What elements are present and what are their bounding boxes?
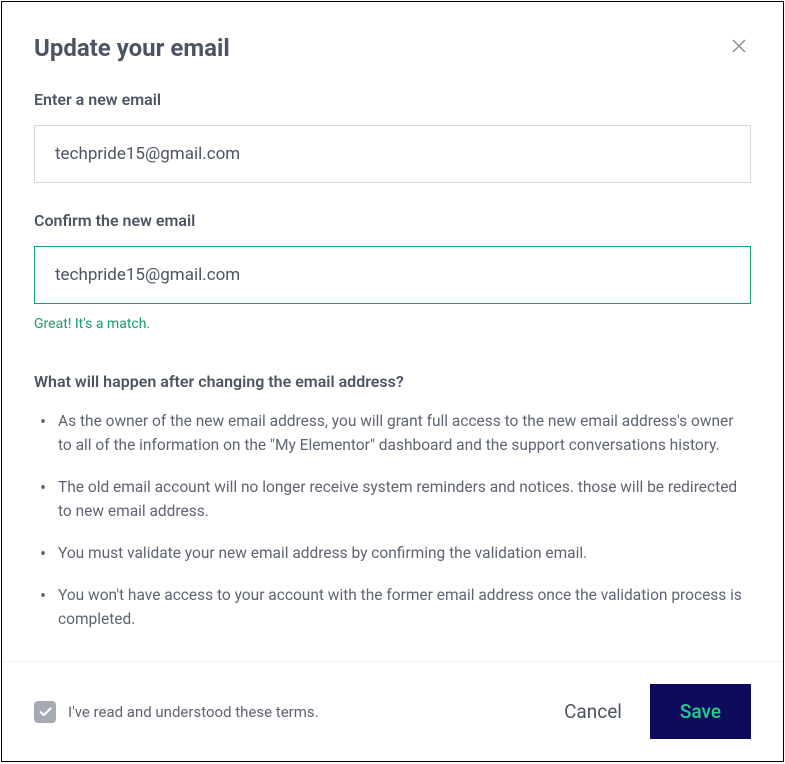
confirm-email-input[interactable] [34, 246, 751, 304]
confirm-email-group: Confirm the new email Great! It's a matc… [34, 211, 751, 332]
footer-actions: Cancel Save [564, 684, 751, 739]
save-button[interactable]: Save [650, 684, 751, 739]
close-icon [731, 42, 747, 57]
info-item: You must validate your new email address… [34, 541, 751, 565]
terms-label: I've read and understood these terms. [68, 703, 319, 721]
new-email-group: Enter a new email [34, 90, 751, 183]
modal-footer: I've read and understood these terms. Ca… [2, 661, 783, 761]
checkmark-icon [39, 702, 52, 721]
modal-header: Update your email [34, 34, 751, 62]
info-heading: What will happen after changing the emai… [34, 372, 751, 391]
modal-content: Update your email Enter a new email Conf… [2, 2, 783, 661]
update-email-modal: Update your email Enter a new email Conf… [1, 1, 784, 762]
terms-checkbox[interactable] [34, 701, 56, 723]
cancel-button[interactable]: Cancel [564, 700, 622, 723]
info-list: As the owner of the new email address, y… [34, 409, 751, 631]
terms-checkbox-wrap: I've read and understood these terms. [34, 701, 564, 723]
new-email-input[interactable] [34, 125, 751, 183]
info-item: The old email account will no longer rec… [34, 475, 751, 523]
info-section: What will happen after changing the emai… [34, 372, 751, 631]
info-item: You won't have access to your account wi… [34, 583, 751, 631]
validation-message: Great! It's a match. [34, 316, 751, 332]
close-button[interactable] [727, 34, 751, 61]
modal-title: Update your email [34, 34, 230, 62]
info-item: As the owner of the new email address, y… [34, 409, 751, 457]
confirm-email-label: Confirm the new email [34, 211, 751, 230]
new-email-label: Enter a new email [34, 90, 751, 109]
